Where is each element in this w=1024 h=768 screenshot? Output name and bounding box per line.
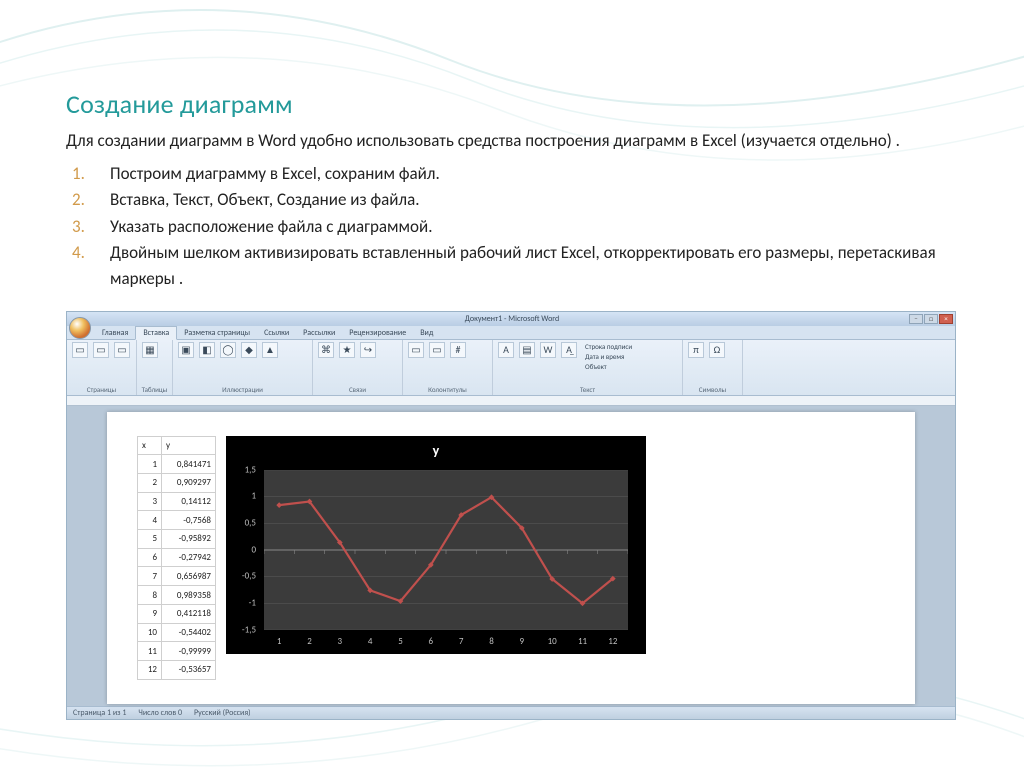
group-text: Текст: [497, 385, 678, 395]
table-row: 30,14112: [138, 492, 216, 511]
group-symbols: Символы: [687, 385, 738, 395]
step-2: Вставка, Текст, Объект, Создание из файл…: [66, 187, 958, 213]
tab-view[interactable]: Вид: [413, 327, 440, 339]
table-row: 10-0,54402: [138, 623, 216, 642]
table-row: 11-0,99999: [138, 642, 216, 661]
step-3: Указать расположение файла с диаграммой.: [66, 214, 958, 240]
status-language: Русский (Россия): [194, 708, 251, 718]
chart-y-axis-labels: -1,5-1-0,500,511,5: [226, 470, 260, 630]
pagenum-icon[interactable]: #: [449, 342, 467, 370]
slide-intro: Для создании диаграмм в Word удобно испо…: [66, 130, 958, 153]
status-words: Число слов 0: [138, 708, 182, 718]
table-row: 20,909297: [138, 474, 216, 493]
chart-line-svg: [264, 470, 628, 630]
step-4: Двойным шелком активизировать вставленны…: [66, 240, 958, 293]
group-pages: Страницы: [71, 385, 132, 395]
office-button[interactable]: [69, 317, 91, 339]
group-headerfooter: Колонтитулы: [407, 385, 488, 395]
hyperlink-icon[interactable]: ⌘: [317, 342, 335, 370]
clipart-icon[interactable]: ◧: [198, 342, 216, 370]
word-window: Документ1 - Microsoft Word – □ × Главная…: [66, 311, 956, 720]
quickparts-icon[interactable]: ▤: [518, 342, 536, 370]
maximize-button[interactable]: □: [924, 314, 938, 324]
equation-icon[interactable]: π: [687, 342, 705, 370]
shapes-icon[interactable]: ◯: [219, 342, 237, 370]
col-x: x: [138, 436, 162, 455]
excel-embedded-table: xy 10,841471 20,909297 30,14112 4-0,7568…: [137, 436, 216, 680]
smartart-icon[interactable]: ◆: [240, 342, 258, 370]
cover-page-icon[interactable]: ▭: [71, 342, 89, 370]
page-break-icon[interactable]: ▭: [113, 342, 131, 370]
blank-page-icon[interactable]: ▭: [92, 342, 110, 370]
document-area: xy 10,841471 20,909297 30,14112 4-0,7568…: [67, 396, 955, 706]
textbox-icon[interactable]: A: [497, 342, 515, 370]
table-row: 80,989358: [138, 586, 216, 605]
tab-page-layout[interactable]: Разметка страницы: [177, 327, 257, 339]
header-icon[interactable]: ▭: [407, 342, 425, 370]
tab-home[interactable]: Главная: [95, 327, 135, 339]
table-row: 12-0,53657: [138, 660, 216, 679]
word-window-title: Документ1 - Microsoft Word: [465, 314, 559, 324]
close-button[interactable]: ×: [939, 314, 953, 324]
date-time[interactable]: Дата и время: [585, 352, 632, 361]
step-1: Построим диаграмму в Excel, сохраним фай…: [66, 161, 958, 187]
slide-title: Создание диаграмм: [66, 88, 958, 120]
table-row: 6-0,27942: [138, 548, 216, 567]
word-status-bar: Страница 1 из 1 Число слов 0 Русский (Ро…: [67, 706, 955, 719]
table-row: 90,412118: [138, 604, 216, 623]
chart-title: y: [226, 436, 646, 459]
signature-line[interactable]: Строка подписи: [585, 342, 632, 351]
chart-icon[interactable]: ▲: [261, 342, 279, 370]
symbol-icon[interactable]: Ω: [708, 342, 726, 370]
col-y: y: [162, 436, 216, 455]
wordart-icon[interactable]: W: [539, 342, 557, 370]
ribbon: ▭ ▭ ▭ Страницы ▦ Таблицы ▣ ◧ ◯ ◆ ▲ Иллюс…: [67, 340, 955, 396]
picture-icon[interactable]: ▣: [177, 342, 195, 370]
table-row: 70,656987: [138, 567, 216, 586]
tab-references[interactable]: Ссылки: [257, 327, 296, 339]
table-row: 4-0,7568: [138, 511, 216, 530]
minimize-button[interactable]: –: [909, 314, 923, 324]
bookmark-icon[interactable]: ★: [338, 342, 356, 370]
tab-insert[interactable]: Вставка: [135, 326, 177, 340]
horizontal-ruler: [67, 396, 955, 406]
group-illustrations: Иллюстрации: [177, 385, 308, 395]
crossref-icon[interactable]: ↪: [359, 342, 377, 370]
document-page: xy 10,841471 20,909297 30,14112 4-0,7568…: [107, 412, 915, 704]
slide-content: Создание диаграмм Для создании диаграмм …: [0, 0, 1024, 720]
status-page: Страница 1 из 1: [73, 708, 126, 718]
chart-x-axis-labels: 123456789101112: [264, 636, 628, 648]
table-icon[interactable]: ▦: [141, 342, 159, 370]
steps-list: Построим диаграмму в Excel, сохраним фай…: [66, 161, 958, 293]
group-links: Связи: [317, 385, 398, 395]
table-row: 10,841471: [138, 455, 216, 474]
ribbon-tabs: Главная Вставка Разметка страницы Ссылки…: [67, 326, 955, 340]
chart-plot-area: [264, 470, 628, 630]
embedded-chart: y -1,5-1-0,500,511,5 123456789101112: [226, 436, 646, 654]
footer-icon[interactable]: ▭: [428, 342, 446, 370]
tab-review[interactable]: Рецензирование: [342, 327, 413, 339]
object-button[interactable]: Объект: [585, 362, 632, 371]
table-row: 5-0,95892: [138, 530, 216, 549]
tab-mailings[interactable]: Рассылки: [296, 327, 342, 339]
group-tables: Таблицы: [141, 385, 168, 395]
dropcap-icon[interactable]: A̲: [560, 342, 578, 370]
word-titlebar: Документ1 - Microsoft Word – □ ×: [67, 312, 955, 326]
